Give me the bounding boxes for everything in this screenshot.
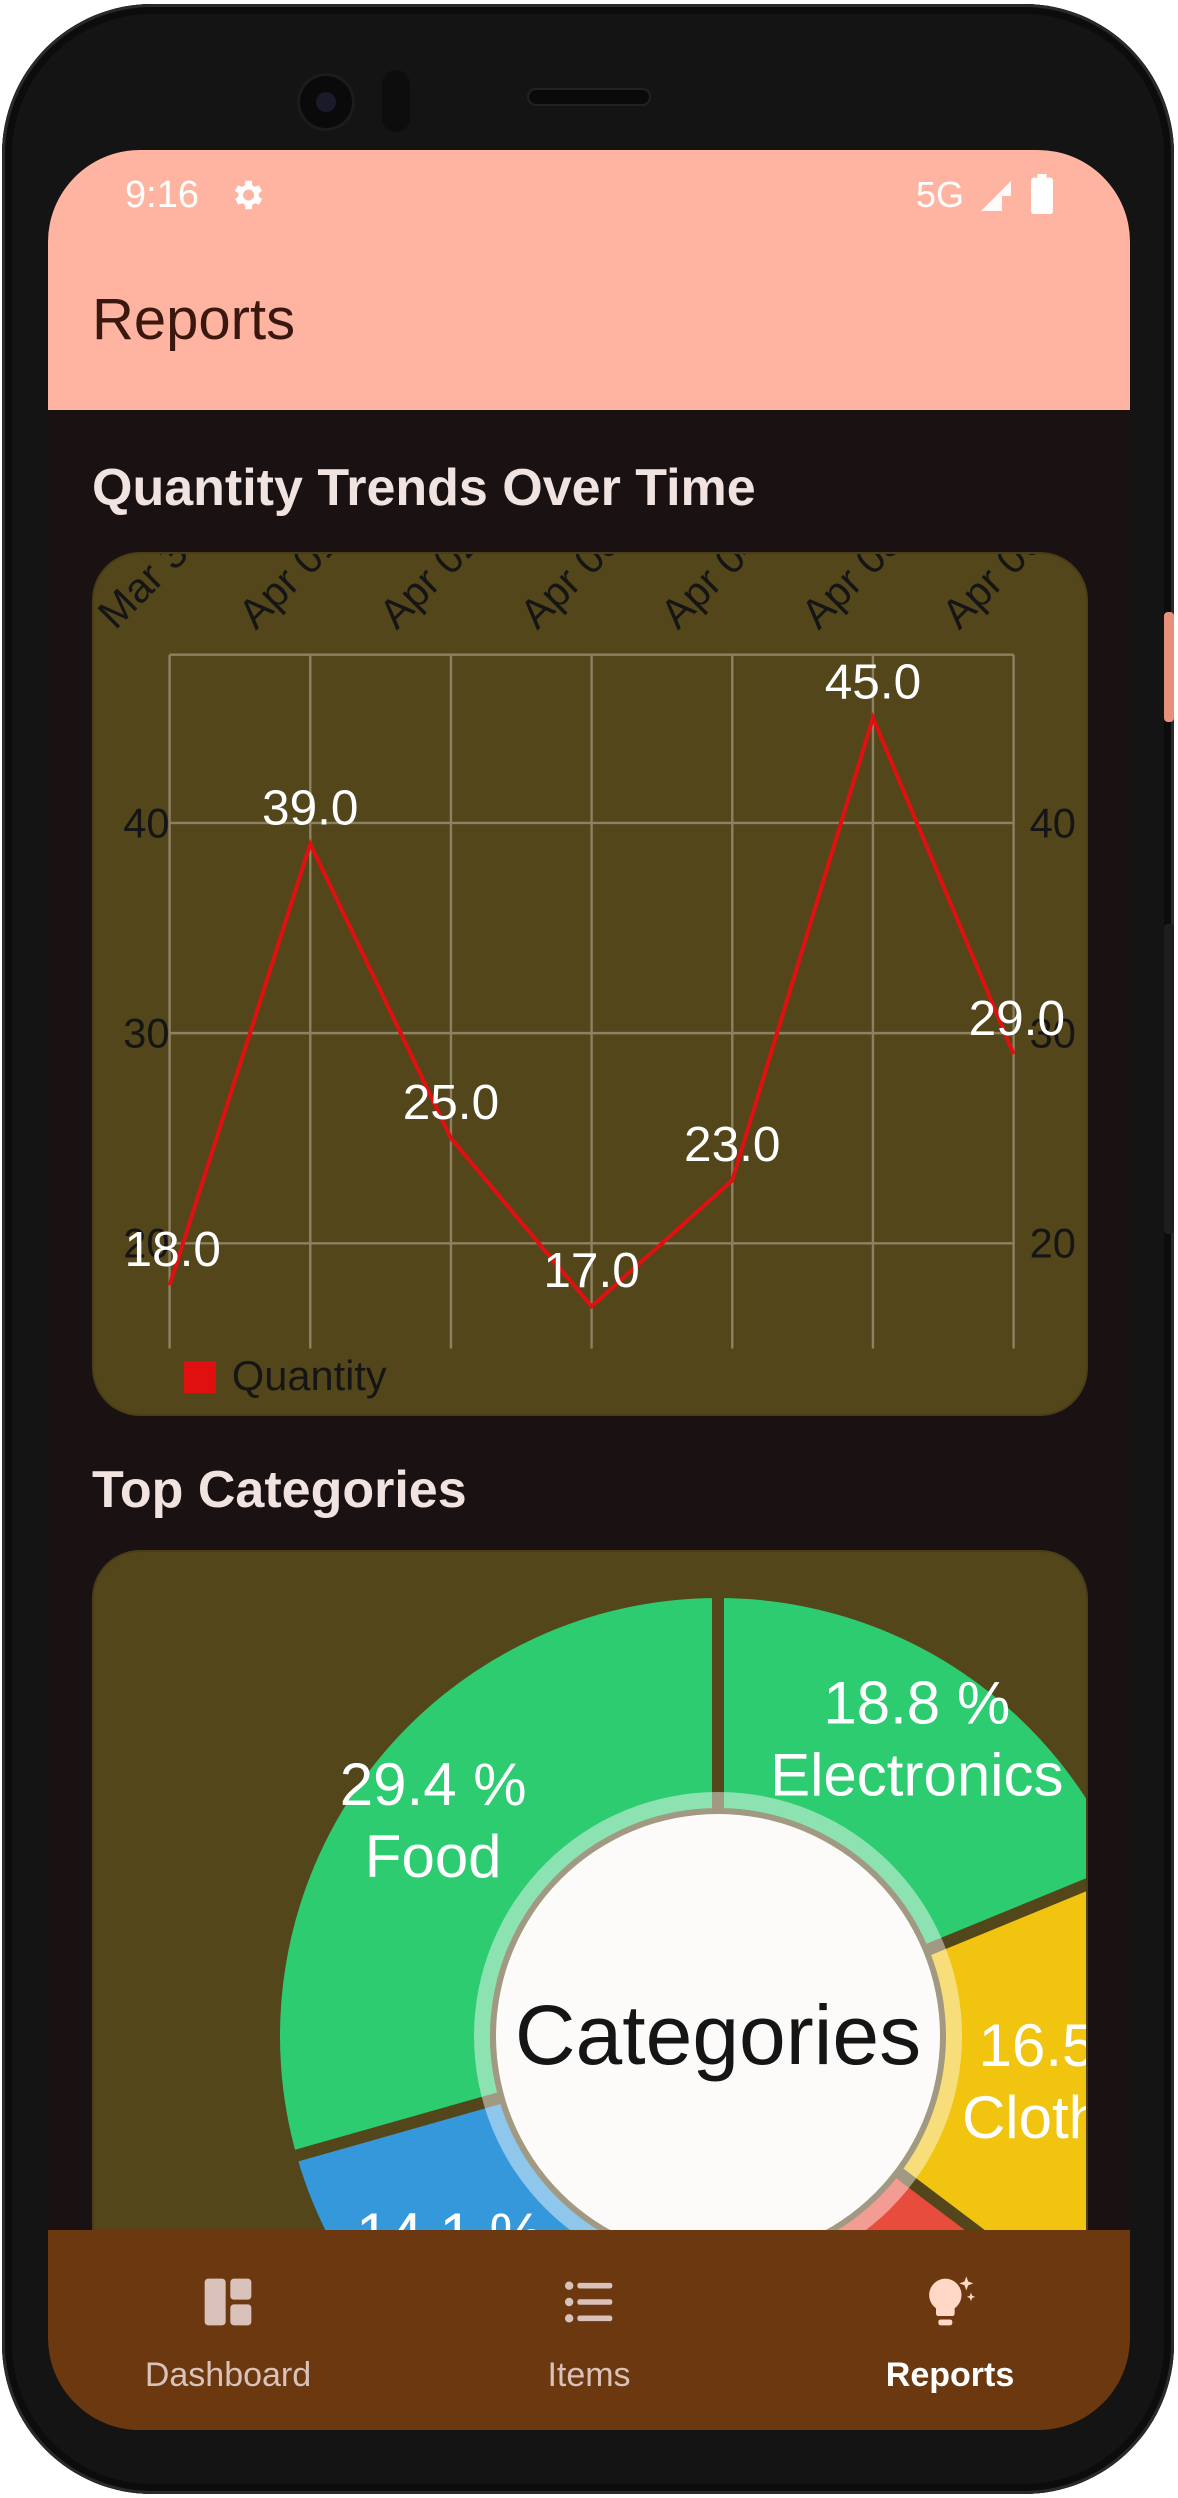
slice-percent-label: 16.5 % [979, 2012, 1086, 2079]
x-tick-label: Mar 31 [94, 554, 213, 637]
data-label: 29.0 [969, 990, 1065, 1046]
x-tick-label: Apr 05 [792, 554, 912, 637]
lightbulb-icon [929, 2276, 976, 2326]
data-label: 18.0 [125, 1221, 221, 1277]
nav-items[interactable]: Items [409, 2230, 769, 2430]
y-tick-label-right: 40 [1030, 799, 1076, 846]
volume-button [1164, 924, 1174, 1234]
x-tick-label: Apr 02 [370, 554, 490, 637]
line-chart-card[interactable]: 20 20 30 30 40 40 Mar 31 Apr 01 Apr 02 Apr 03 Apr … [88, 512, 1088, 1416]
signal-icon [981, 181, 1011, 211]
front-camera [300, 76, 352, 128]
donut-center-label: Categories [515, 1988, 921, 2082]
y-tick-label-left: 30 [123, 1010, 169, 1057]
y-tick-label-right: 20 [1030, 1220, 1076, 1267]
categories-section-title: Top Categories [92, 1461, 467, 1519]
nav-dashboard-label: Dashboard [144, 2356, 312, 2394]
data-label: 25.0 [403, 1074, 499, 1130]
nav-reports-label: Reports [885, 2356, 1015, 2394]
x-tick-label: Apr 01 [229, 554, 349, 637]
slice-category-label: Clothing [962, 2084, 1086, 2151]
slice-percent-label: 29.4 % [340, 1751, 527, 1818]
phone-frame: 9:16 5G Reports Quantity Trends Over Tim… [2, 4, 1174, 2494]
screen: 9:16 5G Reports Quantity Trends Over Tim… [48, 150, 1130, 2430]
data-label: 45.0 [825, 654, 921, 710]
x-tick-label: Apr 03 [510, 554, 630, 637]
data-label: 17.0 [543, 1242, 639, 1298]
x-tick-label: Apr 06 [932, 554, 1052, 637]
battery-icon [1031, 174, 1053, 214]
power-button [1164, 612, 1174, 722]
network-type: 5G [916, 174, 965, 215]
slice-category-label: Electronics [770, 1741, 1063, 1808]
slice-percent-label: 18.8 % [823, 1669, 1010, 1736]
slice-category-label: Food [365, 1823, 502, 1890]
app-bar: 9:16 5G Reports [48, 150, 1130, 410]
data-label: 23.0 [684, 1116, 780, 1172]
legend-swatch-quantity [183, 1361, 216, 1394]
settings-gear-icon [234, 180, 263, 210]
quantity-line-chart[interactable]: 20 2030 3040 40Mar 31 Apr 01 Apr 02 Apr 03 Apr … [88, 512, 1086, 1414]
dashboard-icon [204, 2278, 252, 2326]
page-title: Reports [92, 287, 296, 352]
nav-dashboard[interactable]: Dashboard [48, 2230, 408, 2430]
earpiece-speaker [529, 90, 649, 104]
y-tick-label-left: 40 [123, 799, 169, 846]
bottom-navigation: Dashboard Items Reports [48, 2230, 1130, 2430]
trend-section-title: Quantity Trends Over Time [92, 459, 756, 517]
nav-items-label: Items [547, 2356, 631, 2394]
legend-label-quantity: Quantity [232, 1352, 387, 1399]
status-time: 9:16 [125, 174, 199, 216]
data-label: 39.0 [262, 780, 358, 836]
sensor [382, 70, 410, 132]
list-icon [564, 2281, 613, 2323]
nav-reports[interactable]: Reports [770, 2230, 1130, 2430]
x-tick-label: Apr 04 [651, 554, 771, 637]
